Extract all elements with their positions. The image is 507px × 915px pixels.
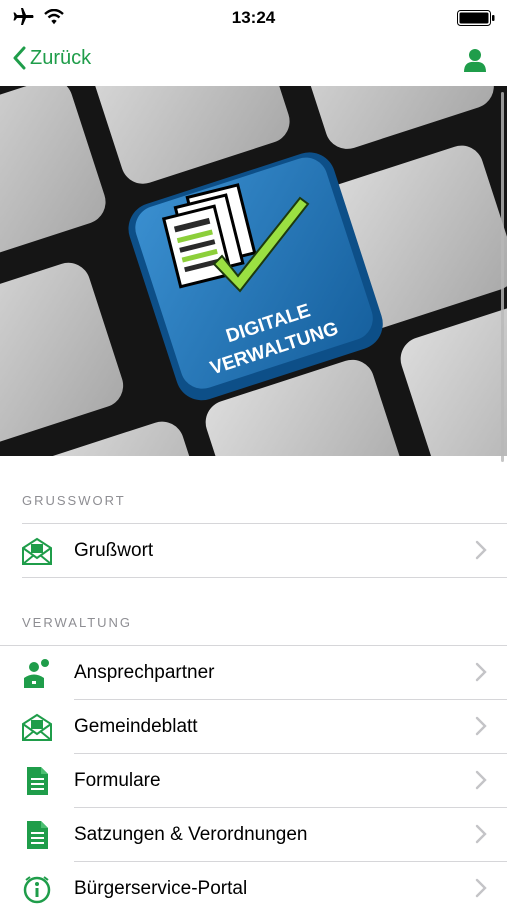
chevron-left-icon [13,46,26,70]
chevron-right-icon [475,878,487,898]
user-icon[interactable] [463,48,487,72]
document-icon [27,821,48,849]
list-item-label: Formulare [74,769,161,791]
section-header-grusswort: GRUSSWORT [22,493,126,508]
status-time: 13:24 [231,8,276,27]
scroll-indicator [501,92,504,462]
hero-image: DIGITALE VERWALTUNG [0,86,507,456]
section-header-verwaltung: VERWALTUNG [22,615,133,630]
envelope-icon [22,537,52,565]
keyboard-illustration: DIGITALE VERWALTUNG [0,86,507,456]
chevron-right-icon [475,770,487,790]
status-bar: 13:24 [0,0,507,36]
document-icon [27,767,48,795]
list-item-label: Gemeindeblatt [74,715,198,737]
contact-person-icon [24,659,49,688]
back-label: Zurück [30,46,92,69]
list-item-formulare[interactable]: Formulare [0,754,507,807]
list-item-label: Bürgerservice-Portal [74,877,248,899]
chevron-right-icon [475,824,487,844]
list-item-label: Ansprechpartner [74,661,215,683]
chevron-right-icon [475,716,487,736]
chevron-right-icon [475,662,487,682]
battery-icon [457,10,495,26]
back-button[interactable]: Zurück [12,46,91,70]
list-item-buergerservice-portal[interactable]: Bürgerservice-Portal [0,862,507,915]
list-item-grusswort[interactable]: Grußwort [0,524,507,577]
list-item-label: Grußwort [74,539,154,561]
list-item-ansprechpartner[interactable]: Ansprechpartner [0,646,507,699]
list-item-label: Satzungen & Verordnungen [74,823,308,845]
divider [22,577,507,578]
chevron-right-icon [475,540,487,560]
list-item-gemeindeblatt[interactable]: Gemeindeblatt [0,700,507,753]
navigation-bar: Zurück [0,36,507,86]
list-item-satzungen[interactable]: Satzungen & Verordnungen [0,808,507,861]
envelope-icon [22,713,52,741]
